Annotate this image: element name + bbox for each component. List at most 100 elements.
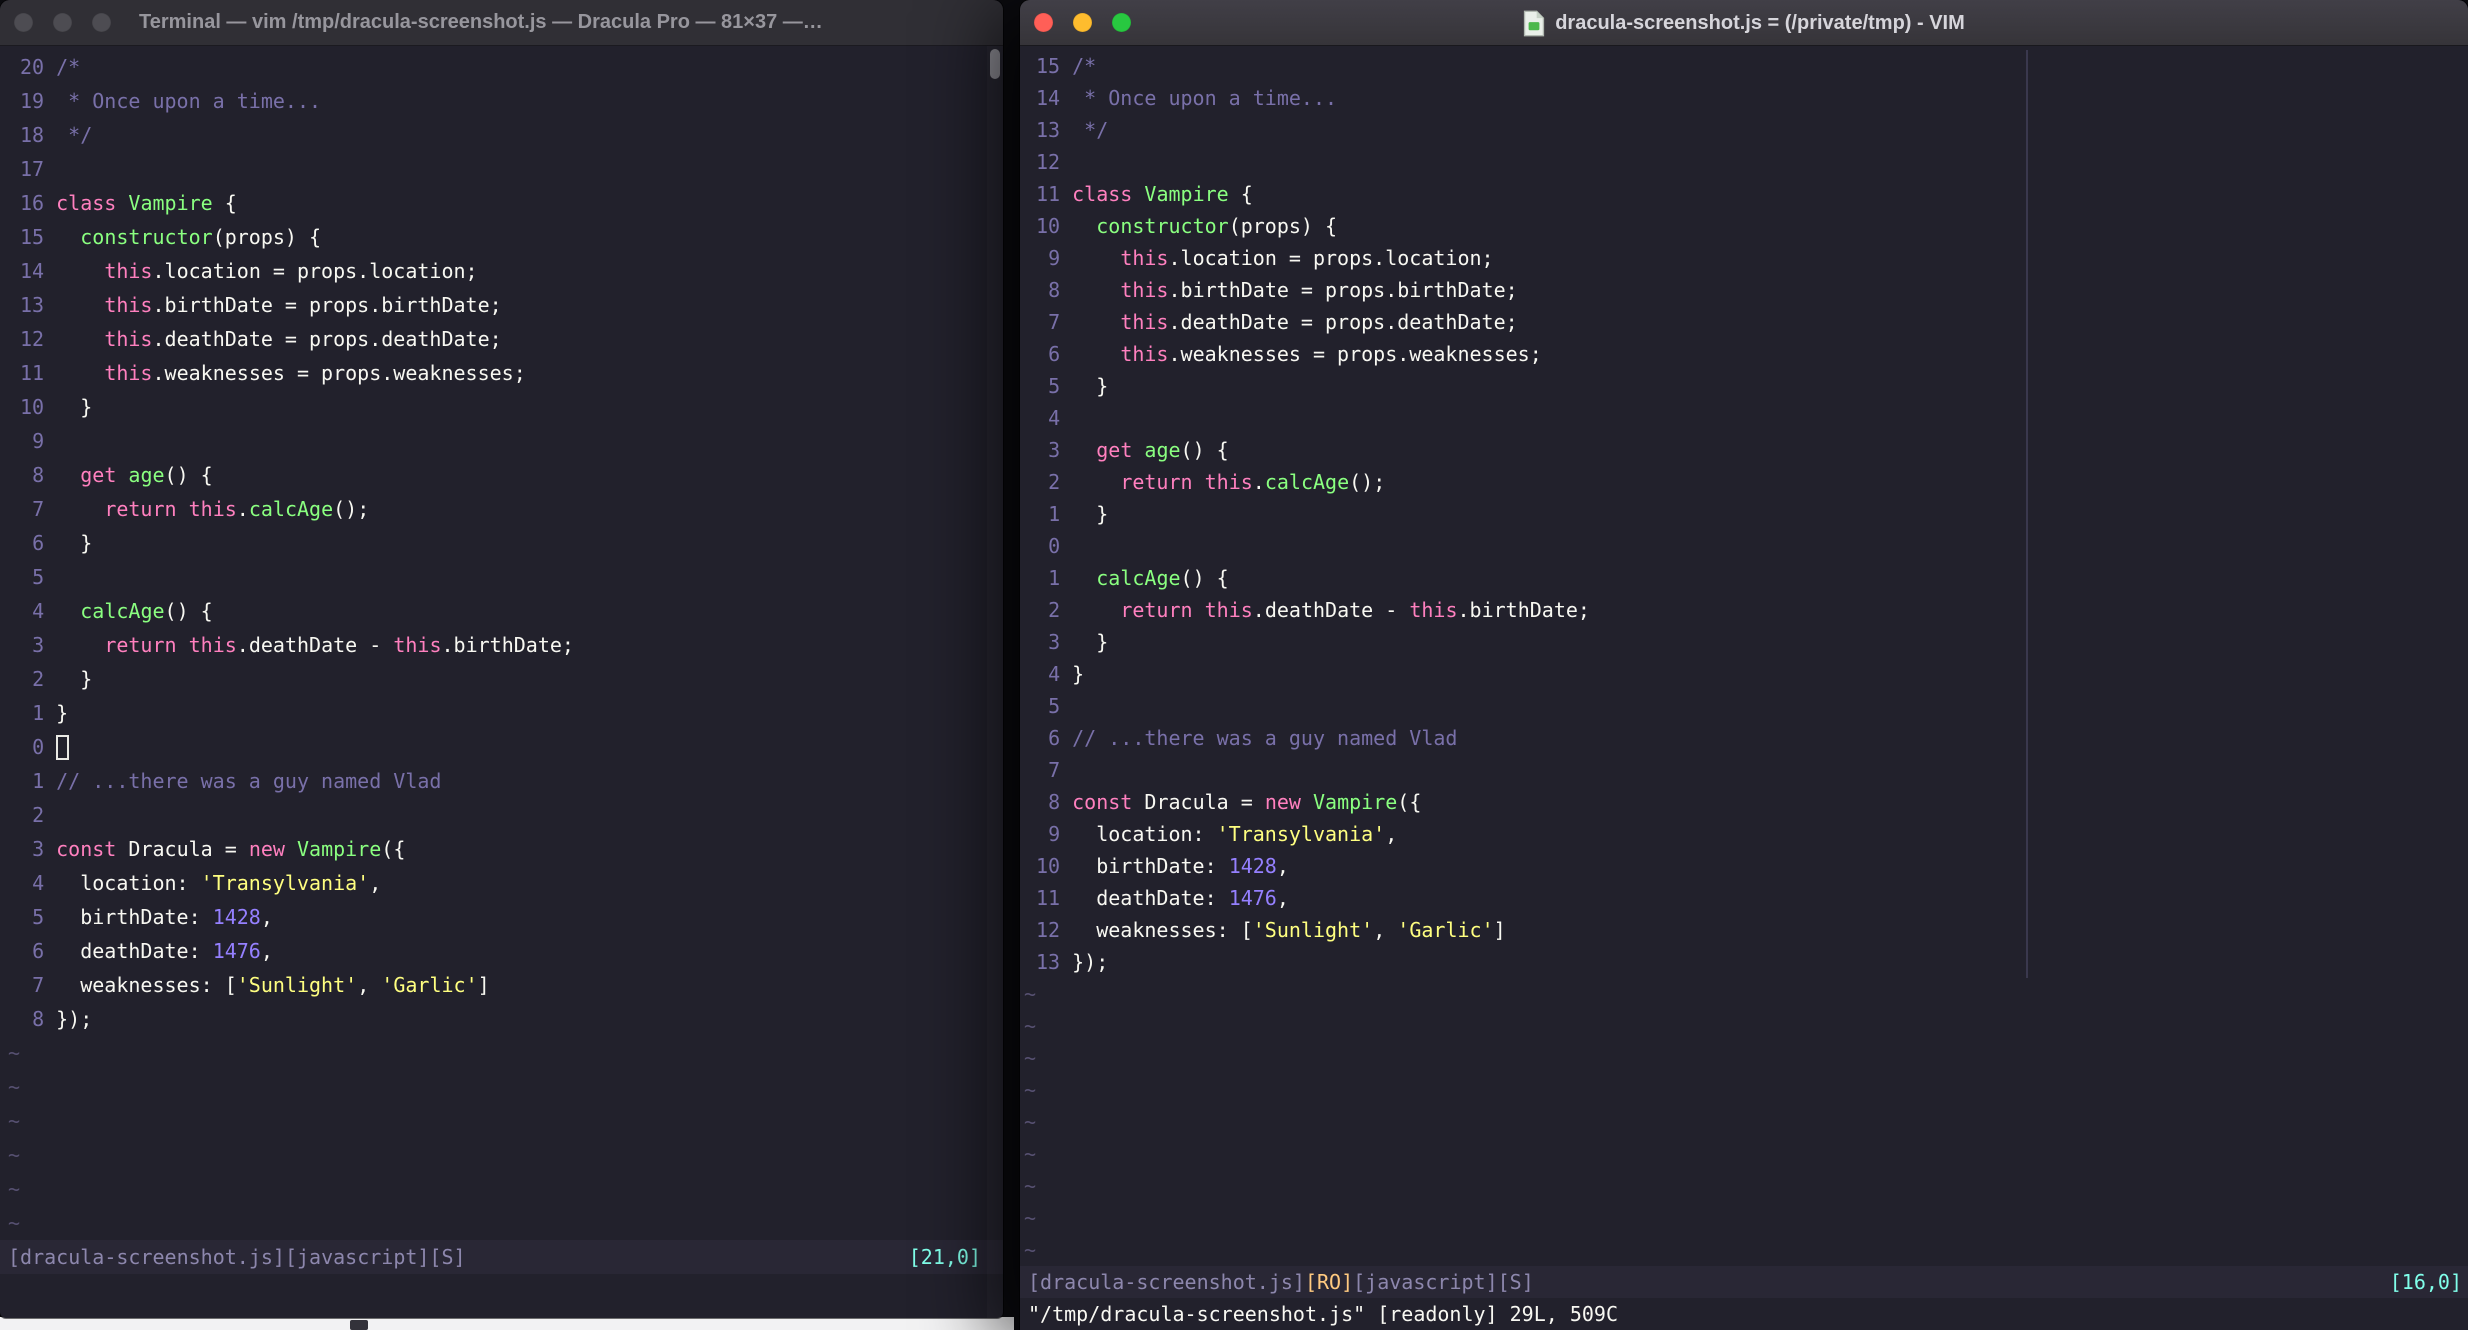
line-number: 12	[20, 327, 45, 351]
close-button[interactable]	[1034, 13, 1053, 32]
token: ,	[260, 939, 273, 963]
code-line[interactable]: 2 return this.deathDate - this.birthDate…	[1024, 594, 2468, 626]
line-number: 13	[20, 293, 45, 317]
token: }	[1072, 502, 1109, 526]
token: }	[1072, 662, 1085, 686]
token: ();	[1349, 470, 1386, 494]
line-number: 4	[32, 599, 45, 623]
code-line[interactable]: 14 * Once upon a time...	[1024, 82, 2468, 114]
token: /*	[1072, 54, 1097, 78]
line-number: 10	[1036, 214, 1061, 238]
code-line[interactable]: 14 this.location = props.location;	[8, 254, 1003, 288]
close-button[interactable]	[14, 13, 33, 32]
code-line[interactable]: 20 /*	[8, 50, 1003, 84]
token: const	[1072, 790, 1133, 814]
code-line[interactable]: 1 }	[1024, 498, 2468, 530]
code-line[interactable]: 6 // ...there was a guy named Vlad	[1024, 722, 2468, 754]
token: this	[1120, 310, 1169, 334]
token: () {	[1180, 438, 1229, 462]
code-line[interactable]: 4 calcAge() {	[8, 594, 1003, 628]
code-line[interactable]: 9	[8, 424, 1003, 458]
tilde-line: ~	[8, 1041, 21, 1065]
code-line[interactable]: 15 constructor(props) {	[8, 220, 1003, 254]
code-line[interactable]: 13 this.birthDate = props.birthDate;	[8, 288, 1003, 322]
code-line[interactable]: 15 /*	[1024, 50, 2468, 82]
code-line[interactable]: 12	[1024, 146, 2468, 178]
code-line[interactable]: 10 }	[8, 390, 1003, 424]
code-line[interactable]: 10 constructor(props) {	[1024, 210, 2468, 242]
code-line[interactable]: 9 location: 'Transylvania',	[1024, 818, 2468, 850]
token: deathDate:	[1072, 886, 1229, 910]
code-line[interactable]: 7 this.deathDate = props.deathDate;	[1024, 306, 2468, 338]
code-line[interactable]: 4 location: 'Transylvania',	[8, 866, 1003, 900]
code-line[interactable]: 0	[8, 730, 1003, 764]
scrollbar-track[interactable]	[987, 46, 1003, 1318]
code-line[interactable]: 6 deathDate: 1476,	[8, 934, 1003, 968]
minimize-button[interactable]	[53, 13, 72, 32]
code-text: * Once upon a time...	[56, 89, 321, 113]
code-line[interactable]: 13});	[1024, 946, 2468, 978]
terminal-titlebar[interactable]: Terminal — vim /tmp/dracula-screenshot.j…	[0, 0, 1003, 46]
code-line[interactable]: 11 this.weaknesses = props.weaknesses;	[8, 356, 1003, 390]
background-window-content	[350, 1320, 368, 1330]
code-line[interactable]: 0	[1024, 530, 2468, 562]
code-line[interactable]: 7 weaknesses: ['Sunlight', 'Garlic']	[8, 968, 1003, 1002]
code-line[interactable]: 16 class Vampire {	[8, 186, 1003, 220]
macvim-titlebar[interactable]: dracula-screenshot.js = (/private/tmp) -…	[1020, 0, 2468, 46]
code-line[interactable]: 6 this.weaknesses = props.weaknesses;	[1024, 338, 2468, 370]
token: ,	[369, 871, 382, 895]
code-line[interactable]: 12 weaknesses: ['Sunlight', 'Garlic']	[1024, 914, 2468, 946]
code-line[interactable]: 11 class Vampire {	[1024, 178, 2468, 210]
code-line[interactable]: 5	[8, 560, 1003, 594]
code-line[interactable]: 8 this.birthDate = props.birthDate;	[1024, 274, 2468, 306]
line-number: 13	[1036, 118, 1061, 142]
code-line[interactable]: 17	[8, 152, 1003, 186]
code-line[interactable]: 2 return this.calcAge();	[1024, 466, 2468, 498]
code-line[interactable]: 2 }	[8, 662, 1003, 696]
code-text: calcAge() {	[1072, 566, 1228, 590]
code-line[interactable]: 8 const Dracula = new Vampire({	[1024, 786, 2468, 818]
code-line[interactable]: 3 get age() {	[1024, 434, 2468, 466]
code-line[interactable]: 19 * Once upon a time...	[8, 84, 1003, 118]
code-line[interactable]: 18 */	[8, 118, 1003, 152]
code-line[interactable]: 3 }	[1024, 626, 2468, 658]
code-text: }	[1072, 374, 1108, 398]
code-line[interactable]: 8 get age() {	[8, 458, 1003, 492]
code-line[interactable]: 13 */	[1024, 114, 2468, 146]
code-line[interactable]: 10 birthDate: 1428,	[1024, 850, 2468, 882]
code-line[interactable]: 1}	[8, 696, 1003, 730]
code-line[interactable]: 6 }	[8, 526, 1003, 560]
code-line[interactable]: 5 birthDate: 1428,	[8, 900, 1003, 934]
token: .birthDate = props.birthDate;	[152, 293, 502, 317]
code-text: weaknesses: ['Sunlight', 'Garlic']	[1072, 918, 1505, 942]
code-text: birthDate: 1428,	[56, 905, 273, 929]
scrollbar-thumb[interactable]	[990, 49, 1000, 79]
code-line[interactable]: 8});	[8, 1002, 1003, 1036]
token: this	[393, 633, 442, 657]
vim-cursor	[56, 734, 70, 760]
zoom-button[interactable]	[1112, 13, 1131, 32]
code-line[interactable]: 7	[1024, 754, 2468, 786]
code-line[interactable]: 5	[1024, 690, 2468, 722]
code-line[interactable]: 1 calcAge() {	[1024, 562, 2468, 594]
zoom-button[interactable]	[92, 13, 111, 32]
code-line[interactable]: 7 return this.calcAge();	[8, 492, 1003, 526]
code-line[interactable]: 9 this.location = props.location;	[1024, 242, 2468, 274]
minimize-button[interactable]	[1073, 13, 1092, 32]
code-line[interactable]: 4	[1024, 402, 2468, 434]
line-number: 12	[1036, 150, 1061, 174]
code-line[interactable]: 5 }	[1024, 370, 2468, 402]
tilde-line: ~	[1024, 1238, 1037, 1262]
code-line[interactable]: 2	[8, 798, 1003, 832]
code-line[interactable]: 12 this.deathDate = props.deathDate;	[8, 322, 1003, 356]
code-line[interactable]: 3 const Dracula = new Vampire({	[8, 832, 1003, 866]
code-line[interactable]: 1 // ...there was a guy named Vlad	[8, 764, 1003, 798]
code-line[interactable]: 11 deathDate: 1476,	[1024, 882, 2468, 914]
code-text: this.weaknesses = props.weaknesses;	[1072, 342, 1541, 366]
code-line[interactable]: 4}	[1024, 658, 2468, 690]
right-vim-cmdline: "/tmp/dracula-screenshot.js" [readonly] …	[1020, 1298, 2468, 1330]
code-line[interactable]: 3 return this.deathDate - this.birthDate…	[8, 628, 1003, 662]
